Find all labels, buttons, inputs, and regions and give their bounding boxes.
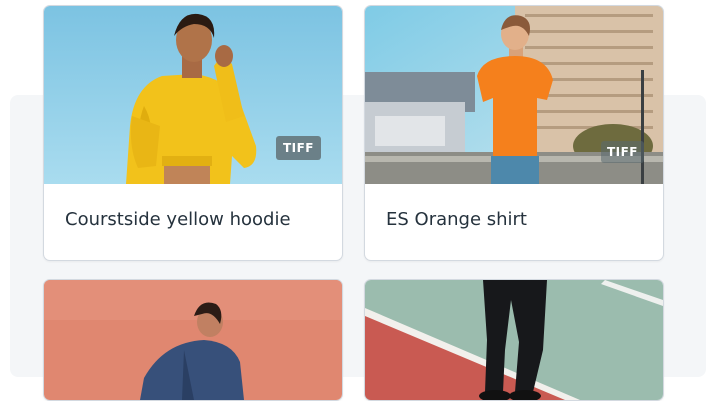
- file-format-badge: TIFF: [275, 136, 321, 160]
- product-image-denim-jacket[interactable]: [44, 280, 342, 400]
- product-title[interactable]: Courstside yellow hoodie: [65, 209, 291, 230]
- product-card-yellow-hoodie[interactable]: TIFF Courstside yellow hoodie: [43, 5, 343, 261]
- product-image-yellow-hoodie[interactable]: TIFF: [44, 6, 342, 184]
- product-card-black-pants[interactable]: [364, 279, 664, 401]
- product-card-orange-shirt[interactable]: TIFF ES Orange shirt: [364, 5, 664, 261]
- file-format-badge: TIFF: [600, 141, 644, 163]
- product-image-black-pants[interactable]: [365, 280, 663, 400]
- product-card-denim-jacket[interactable]: [43, 279, 343, 401]
- product-title[interactable]: ES Orange shirt: [386, 209, 527, 230]
- product-image-orange-shirt[interactable]: TIFF: [365, 6, 663, 184]
